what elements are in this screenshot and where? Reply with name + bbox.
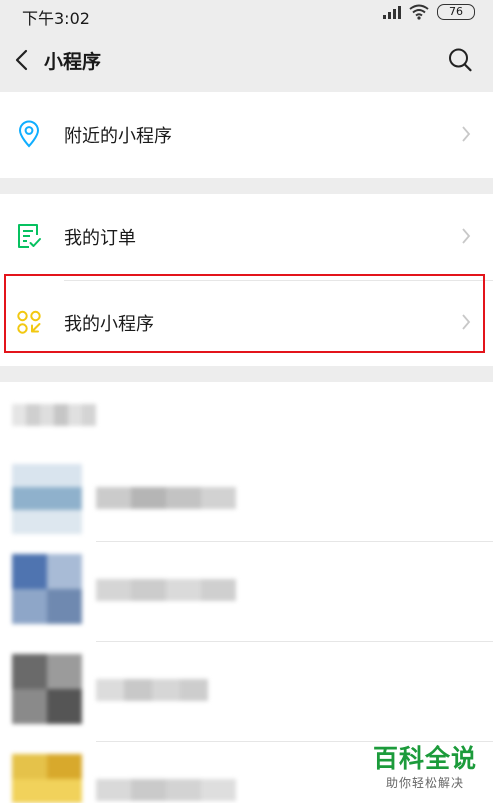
watermark-title: 百科全说 xyxy=(372,744,477,773)
section-header-pixelated xyxy=(12,404,96,426)
status-time: 下午3:02 xyxy=(22,9,90,28)
order-list-icon xyxy=(18,224,41,248)
mini-program-icon xyxy=(17,310,41,334)
chevron-right-icon xyxy=(462,228,471,244)
app-name-pixelated xyxy=(96,779,236,801)
app-avatar xyxy=(12,654,82,724)
app-avatar xyxy=(12,754,82,803)
app-name-pixelated xyxy=(96,679,208,701)
nav-bar: 小程序 xyxy=(0,30,493,92)
battery-icon: 76 xyxy=(437,4,475,20)
watermark-subtitle: 助你轻松解决 xyxy=(385,776,464,790)
list-item[interactable] xyxy=(0,642,493,742)
list-item[interactable] xyxy=(0,442,493,542)
status-icons: 76 xyxy=(383,4,475,20)
search-icon[interactable] xyxy=(447,46,473,74)
menu-group-personal: 我的订单 我的小程序 xyxy=(0,194,493,366)
my-mini-programs-item[interactable]: 我的小程序 xyxy=(0,280,493,366)
app-name-pixelated xyxy=(96,579,236,601)
my-orders-label: 我的订单 xyxy=(64,228,136,249)
chevron-right-icon xyxy=(462,314,471,330)
my-mini-programs-label: 我的小程序 xyxy=(64,314,154,335)
menu-group-nearby: 附近的小程序 xyxy=(0,92,493,178)
status-bar: 下午3:02 76 xyxy=(0,0,493,30)
nearby-mini-programs-item[interactable]: 附近的小程序 xyxy=(0,92,493,178)
my-orders-item[interactable]: 我的订单 xyxy=(0,194,493,280)
chevron-right-icon xyxy=(462,126,471,142)
page-title: 小程序 xyxy=(44,51,102,73)
location-pin-icon xyxy=(18,120,40,148)
wifi-icon xyxy=(409,4,429,20)
app-name-pixelated xyxy=(96,487,236,509)
app-avatar xyxy=(12,554,82,624)
back-arrow-icon[interactable] xyxy=(10,46,34,74)
watermark: 百科全说 助你轻松解决 xyxy=(373,744,477,791)
recent-mini-programs-list xyxy=(0,382,493,803)
nearby-mini-programs-label: 附近的小程序 xyxy=(64,126,172,147)
app-avatar xyxy=(12,464,82,534)
signal-icon xyxy=(383,5,401,19)
list-item[interactable] xyxy=(0,542,493,642)
